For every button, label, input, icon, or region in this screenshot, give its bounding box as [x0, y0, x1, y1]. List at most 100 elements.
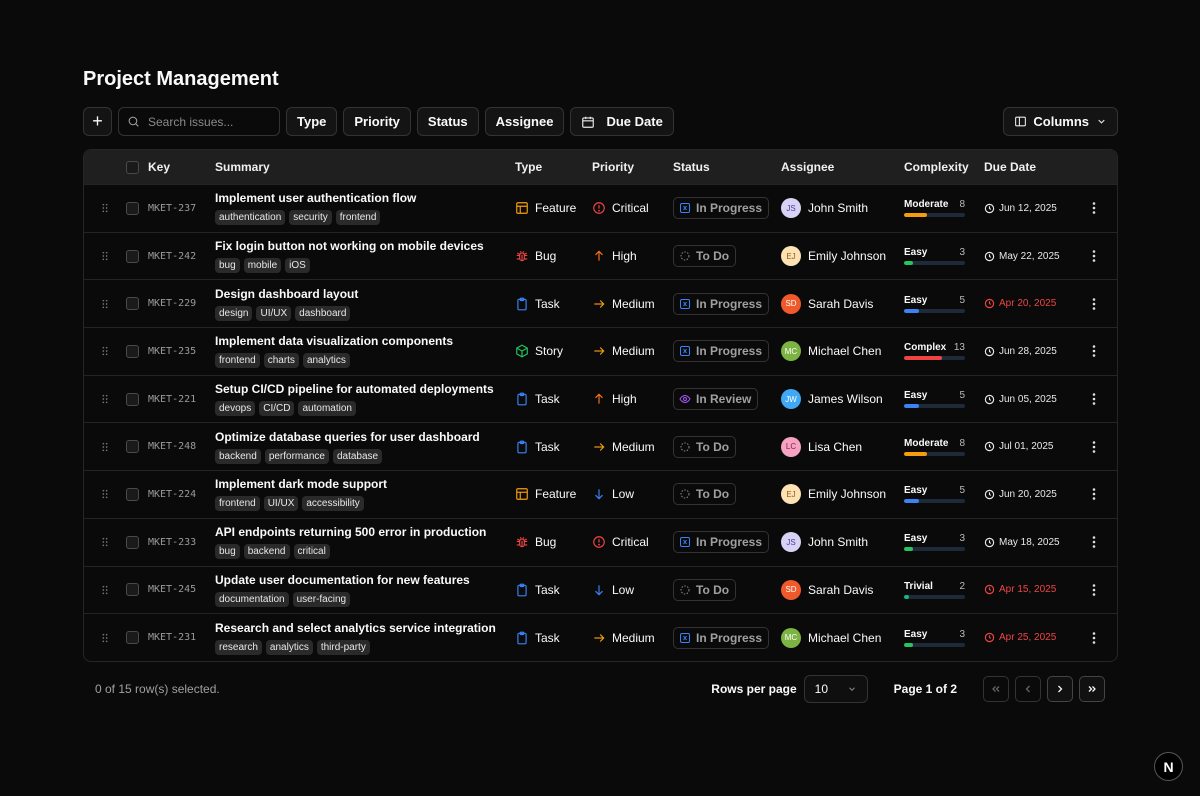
- issue-key[interactable]: MKET-229: [148, 298, 215, 309]
- row-checkbox[interactable]: [126, 487, 139, 501]
- issue-key[interactable]: MKET-242: [148, 251, 215, 262]
- drag-handle[interactable]: [84, 442, 126, 452]
- issue-key[interactable]: MKET-233: [148, 537, 215, 548]
- status-badge[interactable]: In Progress: [673, 626, 770, 649]
- tag: bug: [215, 258, 240, 274]
- row-actions-button[interactable]: [1079, 631, 1109, 644]
- row-checkbox[interactable]: [126, 249, 139, 263]
- status-badge[interactable]: To Do: [673, 435, 737, 458]
- table-row[interactable]: MKET-229 Design dashboard layout design U…: [84, 279, 1117, 327]
- status-badge[interactable]: To Do: [673, 245, 737, 268]
- status-badge[interactable]: In Progress: [673, 292, 770, 315]
- row-checkbox[interactable]: [126, 631, 139, 645]
- rows-per-page-select[interactable]: 10: [803, 674, 868, 703]
- header-type[interactable]: Type: [515, 160, 592, 174]
- row-actions-button[interactable]: [1079, 345, 1109, 358]
- drag-handle[interactable]: [84, 346, 126, 356]
- issue-summary[interactable]: Implement user authentication flow: [215, 191, 416, 205]
- header-due-date[interactable]: Due Date: [984, 160, 1079, 174]
- table-row[interactable]: MKET-248 Optimize database queries for u…: [84, 422, 1117, 470]
- due-date-filter-button[interactable]: Due Date: [570, 107, 674, 136]
- header-priority[interactable]: Priority: [592, 160, 673, 174]
- add-issue-button[interactable]: +: [83, 107, 112, 136]
- status-badge[interactable]: To Do: [673, 483, 737, 506]
- last-page-button[interactable]: [1079, 675, 1105, 702]
- drag-handle[interactable]: [84, 203, 126, 213]
- more-vertical-icon: [1092, 297, 1096, 310]
- corner-logo[interactable]: N: [1154, 752, 1183, 781]
- row-actions-button[interactable]: [1079, 488, 1109, 501]
- issue-key[interactable]: MKET-248: [148, 441, 215, 452]
- issue-summary[interactable]: Research and select analytics service in…: [215, 621, 496, 635]
- header-summary[interactable]: Summary: [215, 160, 515, 174]
- columns-button[interactable]: Columns: [1003, 107, 1118, 136]
- issue-key[interactable]: MKET-231: [148, 632, 215, 643]
- table-row[interactable]: MKET-224 Implement dark mode support fro…: [84, 470, 1117, 518]
- issue-key[interactable]: MKET-224: [148, 489, 215, 500]
- table-row[interactable]: MKET-245 Update user documentation for n…: [84, 565, 1117, 614]
- chevron-down-icon: [1098, 119, 1105, 124]
- table-row[interactable]: MKET-233 API endpoints returning 500 err…: [84, 517, 1117, 566]
- issue-summary[interactable]: Optimize database queries for user dashb…: [215, 430, 480, 444]
- header-status[interactable]: Status: [673, 160, 781, 174]
- next-page-button[interactable]: [1047, 675, 1073, 702]
- row-checkbox[interactable]: [126, 344, 139, 358]
- issue-key[interactable]: MKET-221: [148, 394, 215, 405]
- issue-summary[interactable]: Fix login button not working on mobile d…: [215, 239, 484, 253]
- row-checkbox[interactable]: [126, 392, 139, 406]
- issue-key[interactable]: MKET-245: [148, 584, 215, 595]
- table-row[interactable]: MKET-231 Research and select analytics s…: [84, 613, 1117, 661]
- issue-key[interactable]: MKET-237: [148, 203, 215, 214]
- table-row[interactable]: MKET-242 Fix login button not working on…: [84, 231, 1117, 280]
- status-badge[interactable]: In Review: [673, 388, 759, 411]
- issue-summary[interactable]: API endpoints returning 500 error in pro…: [215, 525, 486, 539]
- status-filter-button[interactable]: Status: [416, 107, 479, 136]
- type-filter-button[interactable]: Type: [286, 107, 338, 136]
- table-row[interactable]: MKET-235 Implement data visualization co…: [84, 327, 1117, 375]
- drag-handle[interactable]: [84, 585, 126, 595]
- issue-summary[interactable]: Design dashboard layout: [215, 287, 358, 301]
- drag-handle[interactable]: [84, 251, 126, 261]
- row-checkbox[interactable]: [126, 583, 139, 597]
- row-checkbox[interactable]: [126, 440, 139, 454]
- row-actions-button[interactable]: [1079, 393, 1109, 405]
- issue-summary[interactable]: Implement dark mode support: [215, 477, 387, 491]
- status-badge[interactable]: In Progress: [673, 531, 770, 554]
- table-row[interactable]: MKET-237 Implement user authentication f…: [84, 184, 1117, 232]
- status-badge[interactable]: In Progress: [673, 340, 770, 363]
- header-key[interactable]: Key: [148, 160, 215, 174]
- row-actions-button[interactable]: [1079, 250, 1109, 262]
- header-assignee[interactable]: Assignee: [781, 160, 904, 174]
- first-page-button[interactable]: [983, 675, 1009, 702]
- header-complexity[interactable]: Complexity: [904, 160, 984, 174]
- previous-page-button[interactable]: [1015, 675, 1041, 702]
- row-checkbox[interactable]: [126, 201, 139, 215]
- issue-summary[interactable]: Update user documentation for new featur…: [215, 573, 470, 587]
- search-box[interactable]: [118, 107, 280, 136]
- assignee-filter-button[interactable]: Assignee: [484, 107, 565, 136]
- drag-handle[interactable]: [84, 489, 126, 499]
- row-actions-button[interactable]: [1079, 440, 1109, 453]
- priority-filter-button[interactable]: Priority: [343, 107, 411, 136]
- drag-handle[interactable]: [84, 299, 126, 309]
- row-checkbox[interactable]: [126, 297, 139, 311]
- row-actions-button[interactable]: [1079, 584, 1109, 596]
- drag-handle[interactable]: [84, 537, 126, 547]
- row-actions-button[interactable]: [1079, 297, 1109, 310]
- issue-summary[interactable]: Setup CI/CD pipeline for automated deplo…: [215, 382, 494, 396]
- drag-handle[interactable]: [84, 394, 126, 404]
- row-checkbox[interactable]: [126, 535, 139, 549]
- row-actions-button[interactable]: [1079, 202, 1109, 215]
- issue-key[interactable]: MKET-235: [148, 346, 215, 357]
- row-actions-button[interactable]: [1079, 536, 1109, 548]
- table-row[interactable]: MKET-221 Setup CI/CD pipeline for automa…: [84, 374, 1117, 423]
- drag-handle[interactable]: [84, 633, 126, 643]
- status-badge[interactable]: To Do: [673, 578, 737, 601]
- complexity-bar: [904, 404, 965, 409]
- complexity-bar-fill: [904, 356, 942, 361]
- select-all-checkbox[interactable]: [126, 160, 139, 174]
- clock-icon: [984, 537, 995, 547]
- search-input[interactable]: [148, 114, 268, 129]
- status-badge[interactable]: In Progress: [673, 197, 770, 220]
- issue-summary[interactable]: Implement data visualization components: [215, 334, 453, 348]
